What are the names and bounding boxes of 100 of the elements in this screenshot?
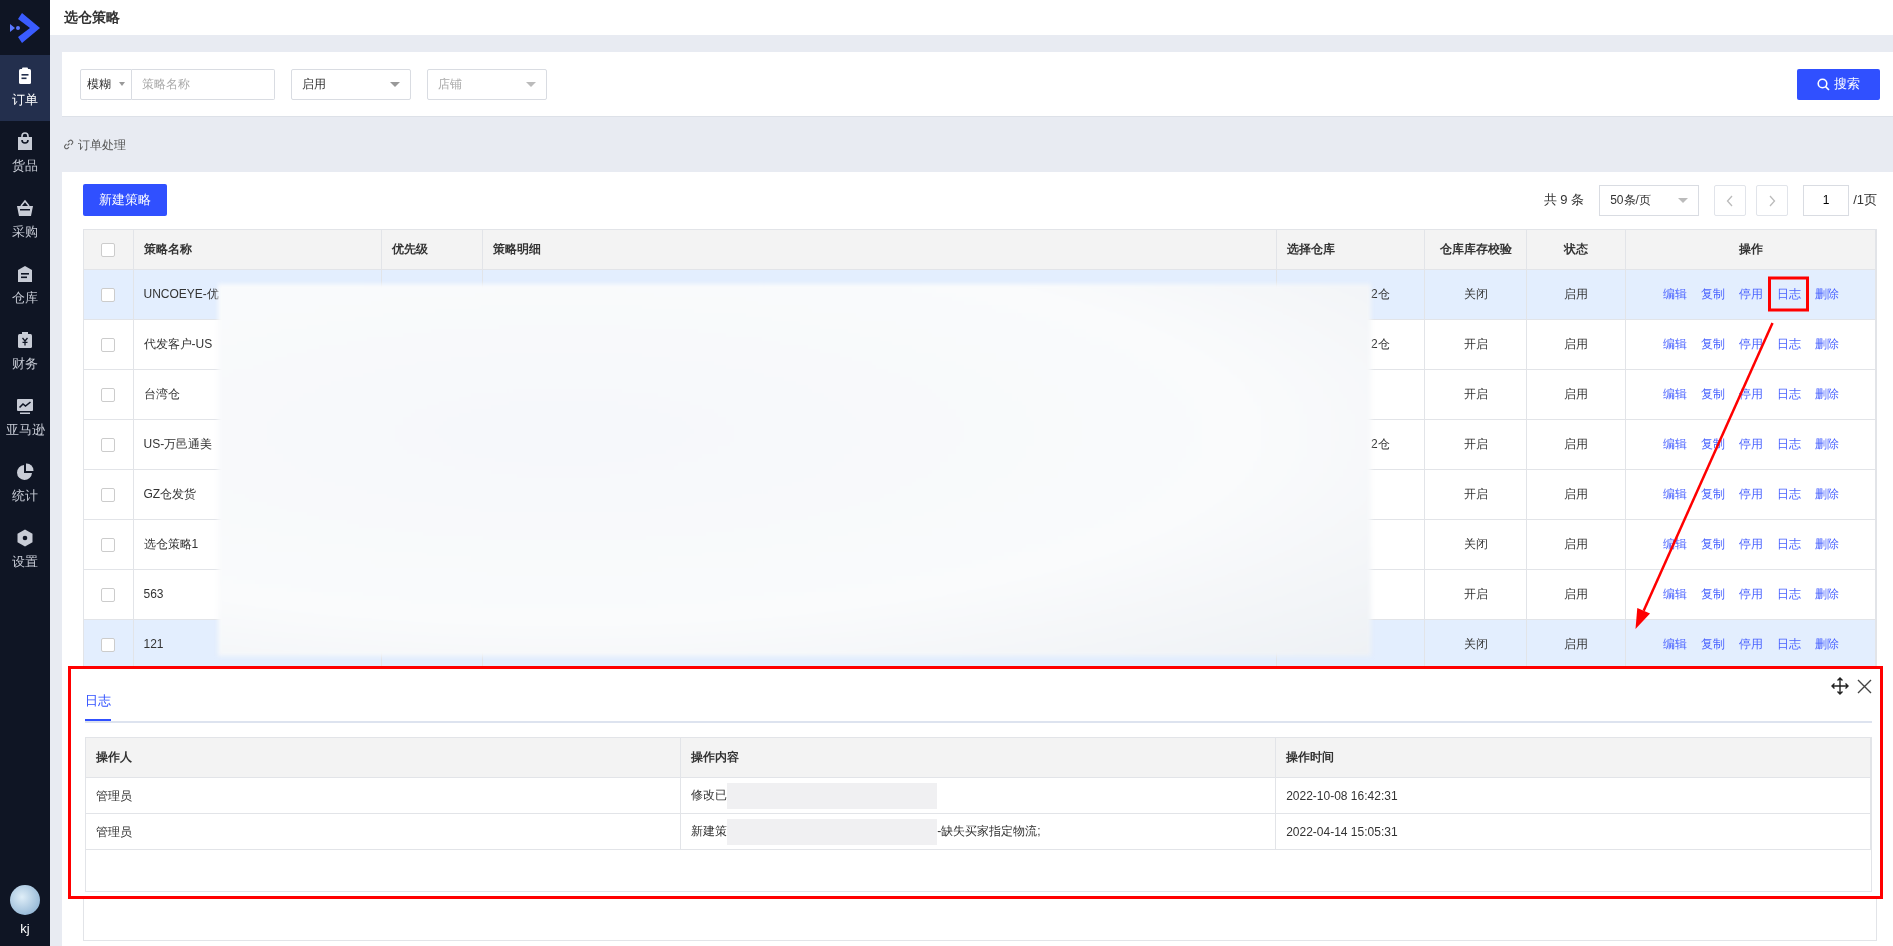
action-link[interactable]: 日志 bbox=[1776, 437, 1801, 451]
action-link[interactable]: 编辑 bbox=[1662, 387, 1687, 401]
table-cell: 启用 bbox=[1564, 437, 1588, 451]
bag-icon bbox=[15, 132, 35, 153]
new-strategy-button[interactable]: 新建策略 bbox=[83, 184, 167, 216]
action-link[interactable]: 删除 bbox=[1814, 437, 1839, 451]
action-link[interactable]: 停用 bbox=[1738, 637, 1763, 651]
action-link[interactable]: 停用 bbox=[1738, 587, 1763, 601]
table-cell: 新建策 bbox=[691, 823, 728, 838]
action-link[interactable]: 停用 bbox=[1738, 537, 1763, 551]
action-link[interactable]: 停用 bbox=[1738, 487, 1763, 501]
action-link[interactable]: 编辑 bbox=[1662, 637, 1687, 651]
checkbox[interactable] bbox=[101, 437, 116, 452]
table-cell: 563 bbox=[143, 587, 164, 601]
action-link[interactable]: 日志 bbox=[1776, 537, 1801, 551]
column-header: 优先级 bbox=[391, 242, 428, 257]
action-link[interactable]: 日志 bbox=[1776, 287, 1801, 301]
sidebar-item[interactable]: 仓库 bbox=[0, 253, 50, 319]
action-link[interactable]: 编辑 bbox=[1662, 287, 1687, 301]
action-link[interactable]: 删除 bbox=[1814, 587, 1839, 601]
action-link[interactable]: 删除 bbox=[1814, 287, 1839, 301]
checkbox[interactable] bbox=[101, 337, 116, 352]
action-link[interactable]: 复制 bbox=[1700, 587, 1725, 601]
move-icon[interactable] bbox=[1831, 677, 1849, 695]
sidebar-item[interactable]: 货品 bbox=[0, 121, 50, 187]
search-button[interactable]: 搜索 bbox=[1797, 68, 1880, 100]
sidebar-item[interactable]: 采购 bbox=[0, 187, 50, 253]
table-cell: 启用 bbox=[1564, 487, 1588, 501]
checkbox[interactable] bbox=[101, 587, 116, 602]
action-link[interactable]: 日志 bbox=[1776, 487, 1801, 501]
column-header: 策略名称 bbox=[143, 242, 192, 257]
checkbox[interactable] bbox=[101, 537, 116, 552]
table-cell: 关闭 bbox=[1463, 287, 1488, 301]
checkbox[interactable] bbox=[101, 637, 116, 652]
action-link[interactable]: 日志 bbox=[1776, 337, 1801, 351]
name-field[interactable]: 策略名称 bbox=[132, 68, 275, 100]
action-link[interactable]: 复制 bbox=[1700, 487, 1725, 501]
action-link[interactable]: 编辑 bbox=[1662, 487, 1687, 501]
wallet-icon bbox=[15, 330, 35, 351]
hexagon-icon bbox=[15, 528, 35, 549]
table-cell: 开启 bbox=[1463, 487, 1488, 501]
table-cell: UNCOEYE-优 bbox=[143, 287, 219, 301]
sidebar-item[interactable]: 亚马逊 bbox=[0, 385, 50, 451]
link-icon bbox=[63, 139, 74, 150]
action-link[interactable]: 删除 bbox=[1814, 387, 1839, 401]
checkbox[interactable] bbox=[101, 287, 116, 302]
page-count: /1页 bbox=[1853, 191, 1877, 210]
action-link[interactable]: 删除 bbox=[1814, 337, 1839, 351]
checkbox[interactable] bbox=[101, 487, 116, 502]
table-cell: 选仓策略1 bbox=[143, 537, 199, 551]
sidebar-item[interactable]: 财务 bbox=[0, 319, 50, 385]
avatar[interactable] bbox=[10, 884, 40, 915]
tab[interactable]: 日志 bbox=[85, 691, 111, 721]
pie-chart-icon bbox=[15, 462, 35, 483]
table-cell: 121 bbox=[143, 637, 164, 651]
action-link[interactable]: 日志 bbox=[1776, 637, 1801, 651]
checkbox[interactable] bbox=[101, 387, 116, 402]
sidebar-item[interactable]: 设置 bbox=[0, 517, 50, 583]
page-input[interactable]: 1 bbox=[1803, 184, 1850, 216]
action-link[interactable]: 停用 bbox=[1738, 437, 1763, 451]
action-link[interactable]: 删除 bbox=[1814, 537, 1839, 551]
action-link[interactable]: 复制 bbox=[1700, 337, 1725, 351]
action-link[interactable]: 复制 bbox=[1700, 287, 1725, 301]
action-link[interactable]: 编辑 bbox=[1662, 437, 1687, 451]
table-cell: 2022-04-14 15:05:31 bbox=[1286, 824, 1398, 839]
action-link[interactable]: 日志 bbox=[1776, 587, 1801, 601]
table-cell: 2022-10-08 16:42:31 bbox=[1286, 788, 1398, 803]
total-count: 共 9 条 bbox=[1543, 191, 1585, 210]
chart-icon bbox=[15, 396, 35, 417]
sidebar-item[interactable]: 订单 bbox=[0, 55, 50, 121]
action-link[interactable]: 删除 bbox=[1814, 637, 1839, 651]
action-link[interactable]: 复制 bbox=[1700, 537, 1725, 551]
action-link[interactable]: 复制 bbox=[1700, 637, 1725, 651]
table-cell: 管理员 bbox=[96, 824, 132, 839]
chevron-right-icon bbox=[1768, 194, 1777, 207]
table-cell: GZ仓发货 bbox=[143, 487, 197, 501]
logo-icon bbox=[8, 10, 42, 45]
status-dropdown[interactable]: 启用 bbox=[291, 68, 411, 100]
action-link[interactable]: 编辑 bbox=[1662, 337, 1687, 351]
breadcrumb-link[interactable]: 订单处理 bbox=[78, 135, 126, 154]
action-link[interactable]: 编辑 bbox=[1662, 587, 1687, 601]
action-link[interactable]: 复制 bbox=[1700, 387, 1725, 401]
basket-icon bbox=[15, 198, 35, 219]
table-cell: 2仓 bbox=[1371, 287, 1390, 301]
close-icon[interactable] bbox=[1857, 678, 1872, 694]
table-cell: -缺失买家指定物流; bbox=[937, 823, 1041, 838]
page-size-dropdown[interactable]: 50条/页 bbox=[1599, 184, 1700, 216]
table-cell: 启用 bbox=[1564, 587, 1588, 601]
sidebar-item[interactable]: 统计 bbox=[0, 451, 50, 517]
action-link[interactable]: 日志 bbox=[1776, 387, 1801, 401]
action-link[interactable]: 删除 bbox=[1814, 487, 1839, 501]
table-cell: 启用 bbox=[1564, 337, 1588, 351]
column-header: 操作 bbox=[1738, 242, 1763, 257]
prev-page-button[interactable] bbox=[1714, 184, 1747, 216]
warehouse-icon bbox=[15, 264, 35, 285]
table-cell: 管理员 bbox=[96, 788, 132, 803]
action-link[interactable]: 停用 bbox=[1738, 287, 1763, 301]
table-cell: 修改已 bbox=[691, 787, 728, 802]
checkbox[interactable] bbox=[101, 243, 116, 258]
next-page-button[interactable] bbox=[1756, 184, 1789, 216]
